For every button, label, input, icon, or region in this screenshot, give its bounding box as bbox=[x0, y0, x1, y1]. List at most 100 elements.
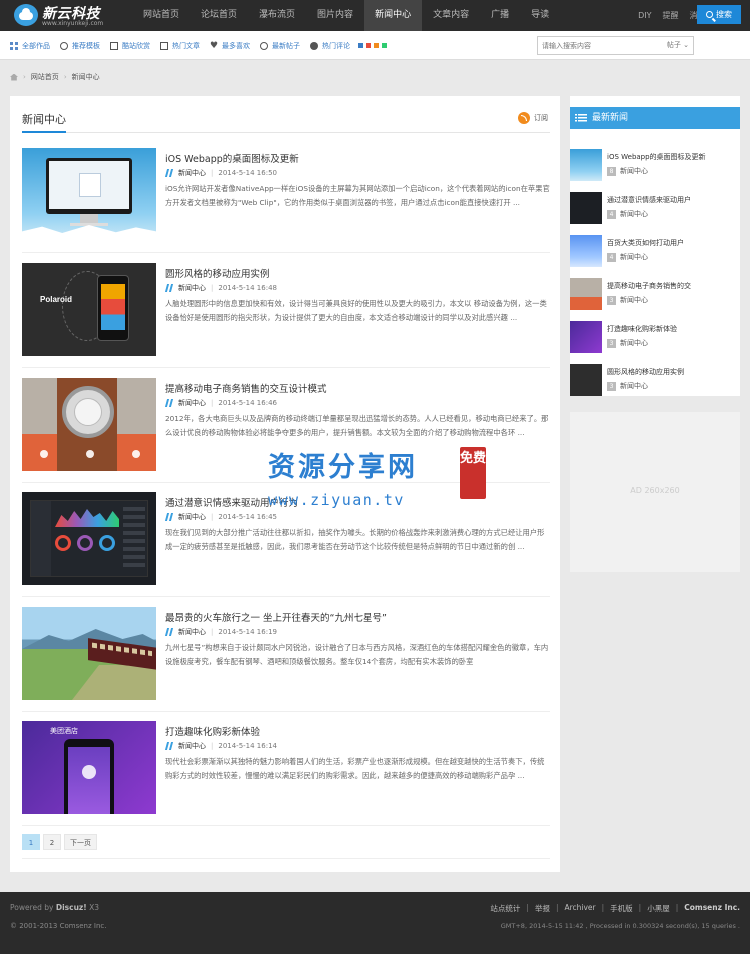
nav-item-waterfall[interactable]: 瀑布流页 bbox=[248, 0, 306, 31]
article-thumbnail[interactable]: Polaroid bbox=[22, 263, 156, 356]
nav-item-news[interactable]: 新闻中心 bbox=[364, 0, 423, 31]
quick-link-recommended[interactable]: 推荐模板 bbox=[60, 41, 100, 51]
footer-link-report[interactable]: 举报 bbox=[535, 903, 550, 914]
subscribe-button[interactable]: 订阅 bbox=[518, 112, 548, 124]
diy-link[interactable]: DIY bbox=[638, 11, 651, 20]
breadcrumb-current: 新闻中心 bbox=[71, 73, 100, 81]
article-meta: 新闻中心 | 2014-5-14 16:45 bbox=[165, 512, 277, 522]
quick-link-latest-posts[interactable]: 最新帖子 bbox=[260, 41, 300, 51]
article-meta: 新闻中心 | 2014-5-14 16:48 bbox=[165, 283, 277, 293]
theme-swatch-green[interactable] bbox=[382, 43, 387, 48]
footer-link-blackroom[interactable]: 小黑屋 bbox=[647, 903, 670, 914]
breadcrumb-home[interactable]: 网站首页 bbox=[31, 72, 59, 82]
article-thumbnail[interactable] bbox=[22, 492, 156, 585]
article-category[interactable]: 新闻中心 bbox=[178, 283, 206, 293]
category-icon bbox=[165, 169, 173, 177]
remind-link[interactable]: 提醒 bbox=[662, 10, 678, 21]
sidebar-thumbnail[interactable] bbox=[570, 235, 602, 267]
article-title[interactable]: 打造趣味化购彩新体验 bbox=[165, 724, 260, 738]
article-category[interactable]: 新闻中心 bbox=[178, 741, 206, 751]
quick-link-hot-comments[interactable]: 热门评论 bbox=[310, 41, 350, 51]
article-category[interactable]: 新闻中心 bbox=[178, 627, 206, 637]
sidebar-news-meta: 4 新闻中心 bbox=[607, 252, 648, 262]
quick-link-label: 酷站欣赏 bbox=[122, 41, 150, 50]
breadcrumb-separator: › bbox=[23, 73, 26, 81]
ad-placeholder[interactable]: AD 260x260 bbox=[570, 412, 740, 572]
sidebar-thumbnail[interactable] bbox=[570, 321, 602, 353]
secondary-bar: 全部作品 推荐模板 酷站欣赏 热门文章 ♥最多喜欢 最新帖子 热门评论 帖子 ⌄ bbox=[0, 31, 750, 60]
comment-count: 3 bbox=[607, 338, 616, 348]
quick-link-label: 最多喜欢 bbox=[222, 41, 250, 50]
quick-link-cool-sites[interactable]: 酷站欣赏 bbox=[110, 41, 150, 51]
sidebar-news-title[interactable]: 通过潜意识情感来驱动用户 bbox=[607, 195, 737, 205]
page-button-2[interactable]: 2 bbox=[43, 834, 61, 850]
category-icon bbox=[165, 513, 173, 521]
footer-separator: | bbox=[555, 903, 559, 912]
theme-swatch-blue[interactable] bbox=[358, 43, 363, 48]
sidebar-news-item[interactable]: 打造趣味化购彩新体验 3 新闻中心 bbox=[570, 321, 740, 353]
article-date: 2014-5-14 16:19 bbox=[218, 628, 277, 636]
nav-item-broadcast[interactable]: 广播 bbox=[480, 0, 520, 31]
sidebar-thumbnail[interactable] bbox=[570, 149, 602, 181]
article-category[interactable]: 新闻中心 bbox=[178, 168, 206, 178]
article-thumbnail[interactable] bbox=[22, 607, 156, 700]
article-summary: 2012年，各大电商巨头以及品牌商的移动终端订单量都呈现出迅猛增长的态势。人人已… bbox=[165, 414, 549, 437]
article-meta: 新闻中心 | 2014-5-14 16:50 bbox=[165, 168, 277, 178]
quick-link-all-works[interactable]: 全部作品 bbox=[10, 41, 50, 51]
nav-item-images[interactable]: 图片内容 bbox=[306, 0, 364, 31]
sidebar-news-item[interactable]: iOS Webapp的桌面图标及更新 8 新闻中心 bbox=[570, 149, 740, 181]
nav-item-articles[interactable]: 文章内容 bbox=[422, 0, 480, 31]
sidebar-news-category: 新闻中心 bbox=[620, 210, 648, 218]
sidebar-news-item[interactable]: 圆形风格的移动应用实例 3 新闻中心 bbox=[570, 364, 740, 396]
quick-link-most-liked[interactable]: ♥ 最多喜欢 bbox=[210, 41, 250, 51]
sidebar-thumbnail[interactable] bbox=[570, 192, 602, 224]
page-button-1[interactable]: 1 bbox=[22, 834, 40, 850]
nav-item-forum[interactable]: 论坛首页 bbox=[190, 0, 248, 31]
article-category[interactable]: 新闻中心 bbox=[178, 512, 206, 522]
footer-link-stats[interactable]: 站点统计 bbox=[490, 903, 520, 914]
sidebar-thumbnail[interactable] bbox=[570, 364, 602, 396]
article-title[interactable]: 圆形风格的移动应用实例 bbox=[165, 266, 270, 280]
meta-separator: | bbox=[211, 628, 214, 636]
sidebar-news-item[interactable]: 通过潜意识情感来驱动用户 4 新闻中心 bbox=[570, 192, 740, 224]
article-thumbnail[interactable]: 美团酒店 bbox=[22, 721, 156, 814]
next-page-button[interactable]: 下一页 bbox=[64, 834, 97, 850]
sidebar-news-item[interactable]: 提高移动电子商务销售的交 3 新闻中心 bbox=[570, 278, 740, 310]
site-logo[interactable]: 新云科技 www.xinyunkeji.com bbox=[14, 3, 134, 28]
sidebar-news-title[interactable]: iOS Webapp的桌面图标及更新 bbox=[607, 152, 737, 162]
discuz-link[interactable]: Discuz! bbox=[56, 903, 87, 912]
article-thumbnail[interactable] bbox=[22, 378, 156, 471]
theme-swatch-red[interactable] bbox=[366, 43, 371, 48]
sidebar-news-title[interactable]: 圆形风格的移动应用实例 bbox=[607, 367, 737, 377]
article-date: 2014-5-14 16:14 bbox=[218, 742, 277, 750]
sidebar-news-title[interactable]: 打造趣味化购彩新体验 bbox=[607, 324, 737, 334]
search-scope-label: 帖子 bbox=[666, 41, 681, 49]
quick-link-hot-articles[interactable]: 热门文章 bbox=[160, 41, 200, 51]
footer-link-archiver[interactable]: Archiver bbox=[564, 903, 595, 914]
footer-link-company[interactable]: Comsenz Inc. bbox=[684, 903, 740, 914]
article-thumbnail[interactable] bbox=[22, 148, 156, 241]
sidebar-news-title[interactable]: 百货大类页如何打动用户 bbox=[607, 238, 737, 248]
article-title[interactable]: 最昂贵的火车旅行之一 坐上开往春天的“九州七星号” bbox=[165, 610, 387, 624]
article-meta: 新闻中心 | 2014-5-14 16:46 bbox=[165, 398, 277, 408]
latest-news-sidebar: 最新新闻 iOS Webapp的桌面图标及更新 8 新闻中心 通过潜意识情感来驱动… bbox=[570, 96, 740, 396]
home-icon[interactable] bbox=[10, 73, 18, 81]
sidebar-news-title[interactable]: 提高移动电子商务销售的交 bbox=[607, 281, 737, 291]
footer-links: 站点统计 | 举报 | Archiver | 手机版 | 小黑屋 | Comsenz In… bbox=[490, 903, 740, 914]
sidebar-thumbnail[interactable] bbox=[570, 278, 602, 310]
theme-swatch-orange[interactable] bbox=[374, 43, 379, 48]
article-title[interactable]: 提高移动电子商务销售的交互设计模式 bbox=[165, 381, 327, 395]
article-category[interactable]: 新闻中心 bbox=[178, 398, 206, 408]
search-input[interactable] bbox=[538, 37, 658, 54]
sidebar-news-item[interactable]: 百货大类页如何打动用户 4 新闻中心 bbox=[570, 235, 740, 267]
footer-link-mobile[interactable]: 手机版 bbox=[610, 903, 633, 914]
sidebar-news-meta: 4 新闻中心 bbox=[607, 209, 648, 219]
article-summary: 九州七星号”构想来自于设计颇同水户冈锐治，设计融合了日本与西方风格，深酒红色的车… bbox=[165, 643, 549, 666]
sidebar-news-category: 新闻中心 bbox=[620, 339, 648, 347]
search-scope-select[interactable]: 帖子 ⌄ bbox=[667, 37, 689, 54]
nav-item-home[interactable]: 网站首页 bbox=[132, 0, 190, 31]
watermark-url: www.ziyuan.tv bbox=[268, 491, 405, 509]
article-title[interactable]: iOS Webapp的桌面图标及更新 bbox=[165, 151, 299, 165]
search-button[interactable]: 搜索 bbox=[697, 5, 741, 24]
nav-item-guide[interactable]: 导读 bbox=[520, 0, 560, 31]
